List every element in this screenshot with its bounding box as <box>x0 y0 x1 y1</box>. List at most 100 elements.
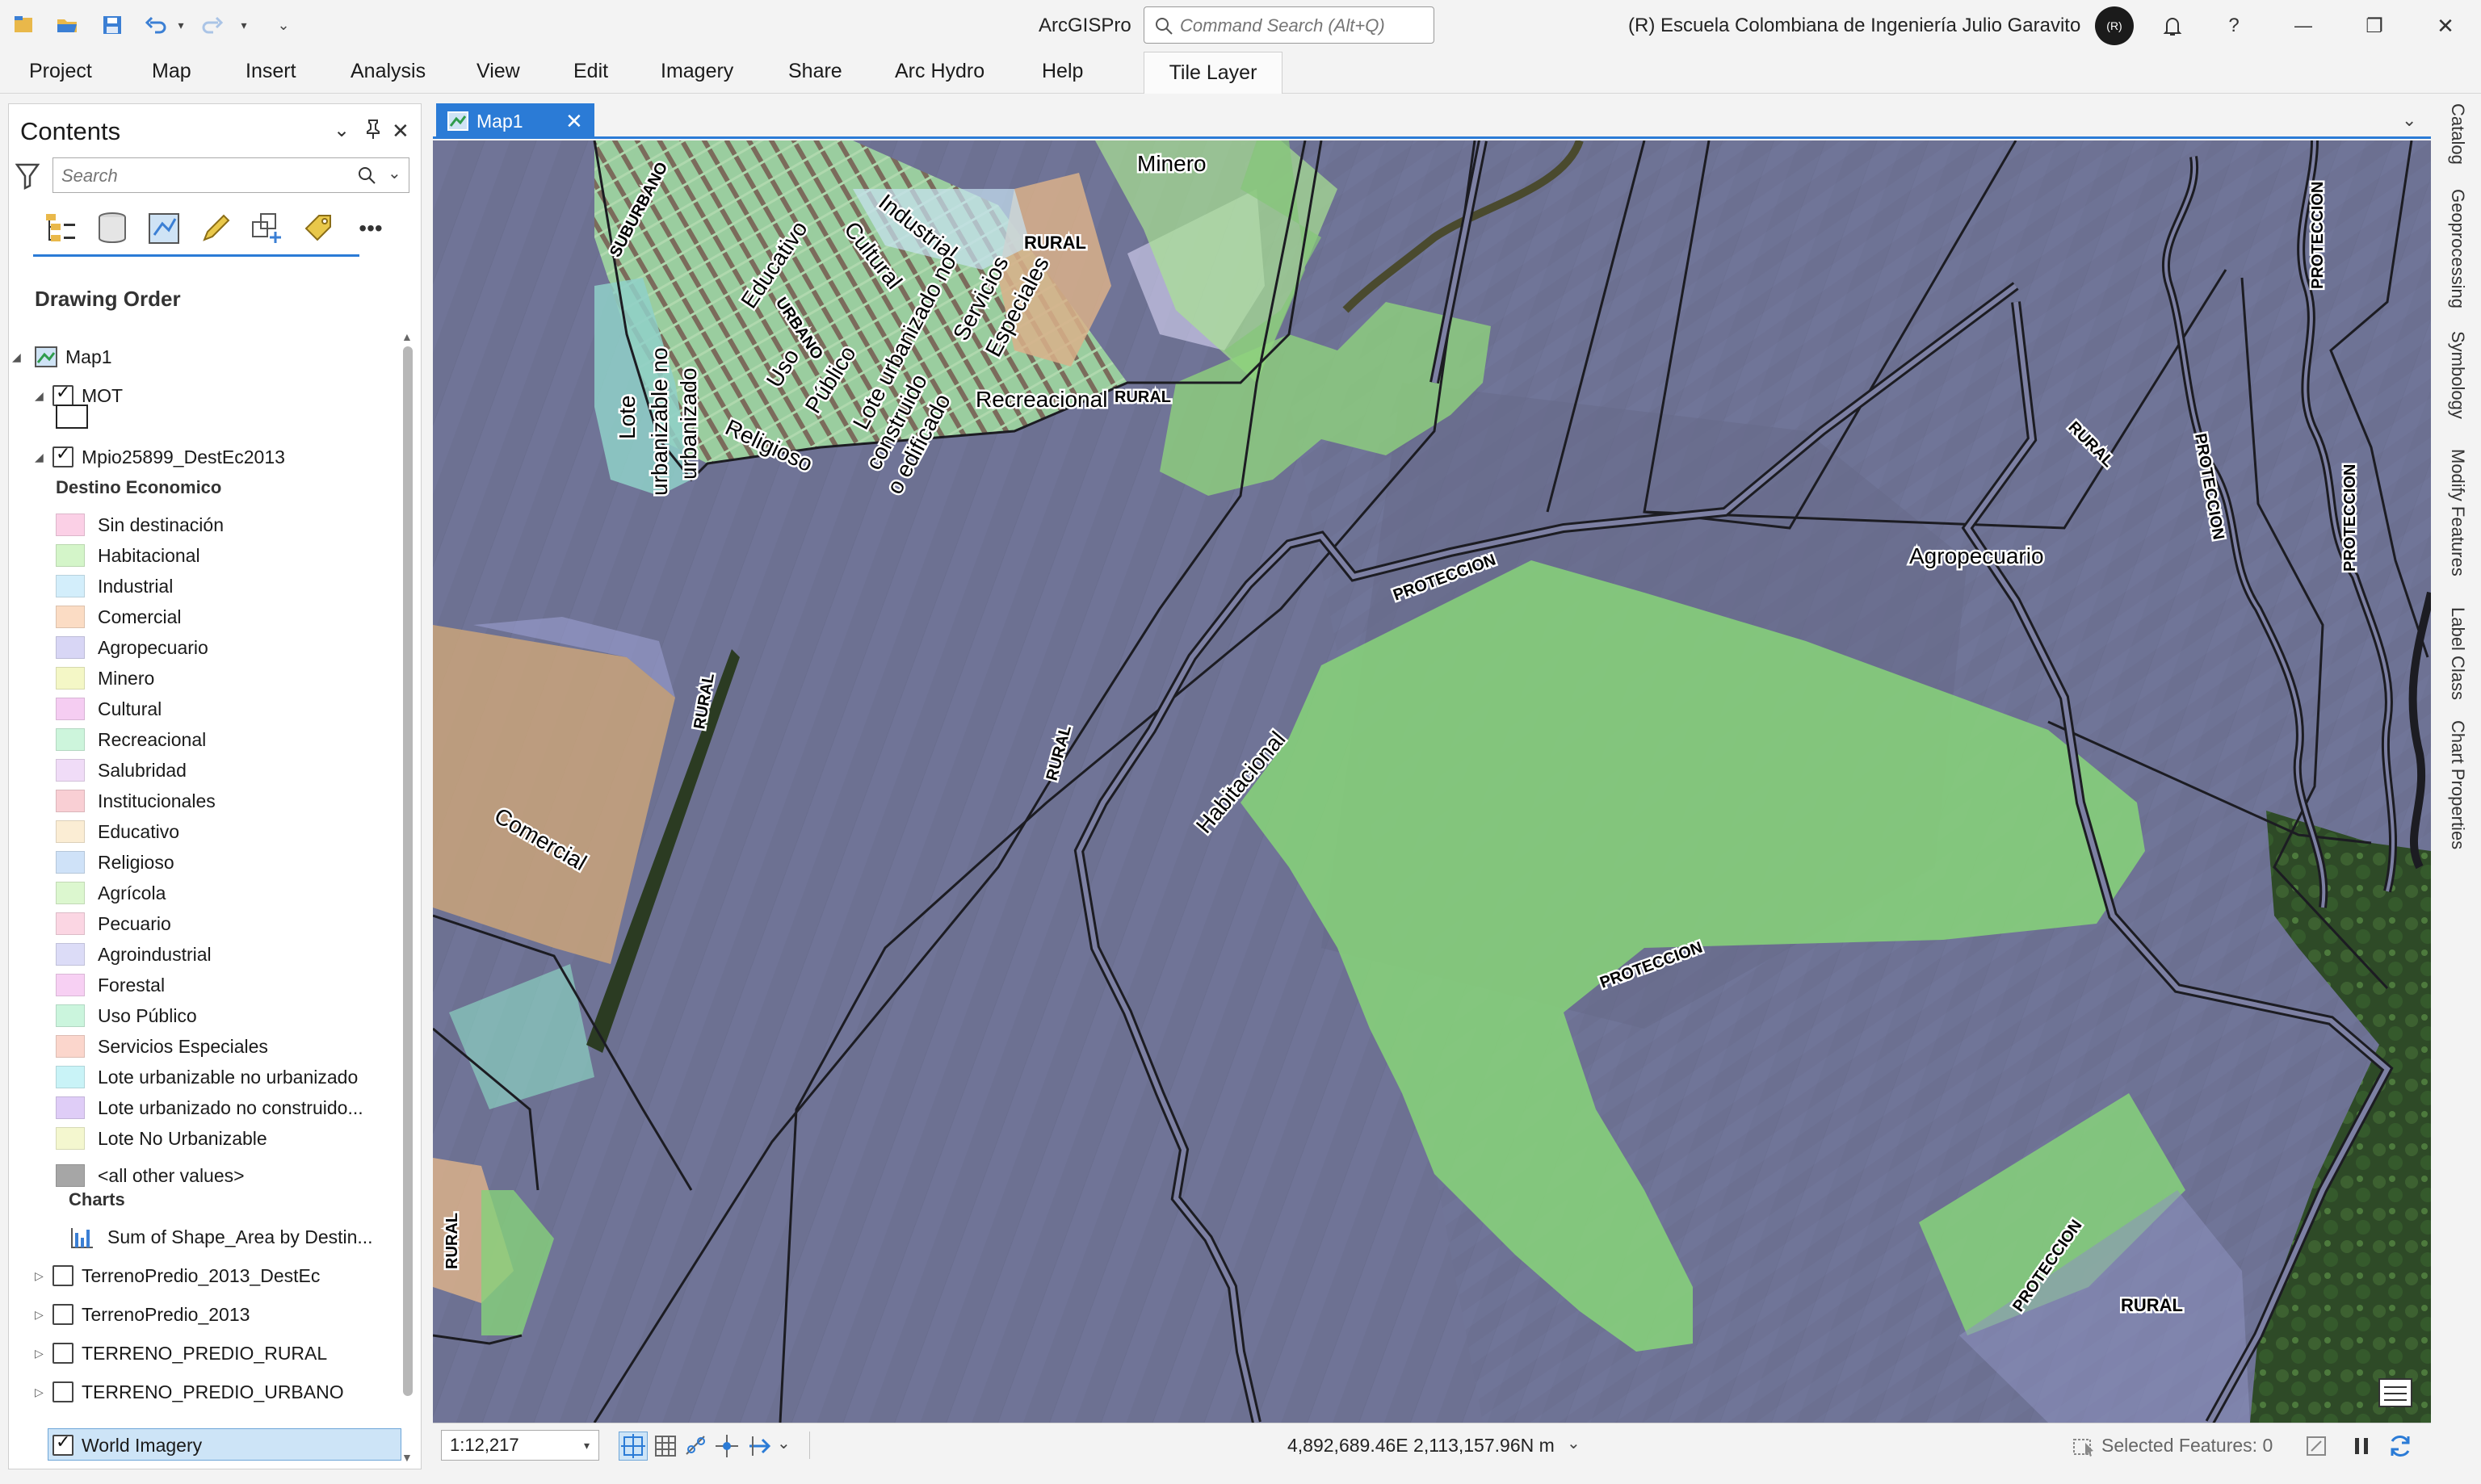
pane-options-chevron-icon[interactable]: ⌄ <box>334 119 350 142</box>
navigation-icon[interactable] <box>746 1433 772 1463</box>
legend-item[interactable]: Lote No Urbanizable <box>98 1123 267 1154</box>
filter-icon[interactable] <box>15 162 40 194</box>
collapse-layer-icon[interactable]: ◢ <box>35 442 49 472</box>
legend-swatch[interactable] <box>56 1004 85 1027</box>
layer-terreno-predio-urbano[interactable]: TERRENO_PREDIO_URBANO <box>82 1377 344 1407</box>
legend-item[interactable]: Agropecuario <box>98 632 208 663</box>
save-project-icon[interactable] <box>99 11 126 39</box>
legend-item[interactable]: Salubridad <box>98 755 187 786</box>
list-by-data-source-icon[interactable] <box>93 209 132 248</box>
layer-terreno-predio-rural[interactable]: TERRENO_PREDIO_RURAL <box>82 1338 327 1369</box>
legend-item[interactable]: Institucionales <box>98 786 216 816</box>
legend-item[interactable]: Sin destinación <box>98 509 224 540</box>
legend-item[interactable]: Lote urbanizado no construido... <box>98 1092 363 1123</box>
close-window-button[interactable]: ✕ <box>2421 6 2470 45</box>
contents-search-input[interactable] <box>61 165 336 187</box>
notifications-bell-icon[interactable] <box>2148 6 2197 45</box>
legend-swatch[interactable] <box>56 790 85 812</box>
legend-item[interactable]: Servicios Especiales <box>98 1031 268 1062</box>
list-by-snapping-icon[interactable] <box>248 209 287 248</box>
undo-dropdown-icon[interactable]: ▾ <box>171 11 191 39</box>
list-by-labeling-icon[interactable] <box>300 209 338 248</box>
user-avatar[interactable]: (R) <box>2095 6 2134 45</box>
legend-swatch[interactable] <box>56 943 85 966</box>
legend-swatch[interactable] <box>56 1035 85 1058</box>
legend-item[interactable]: Uso Público <box>98 1000 197 1031</box>
tab-arc-hydro[interactable]: Arc Hydro <box>895 60 984 83</box>
more-options-icon[interactable]: ••• <box>351 209 390 248</box>
close-tab-icon[interactable]: ✕ <box>565 103 583 139</box>
dock-tab-geoprocessing[interactable]: Geoprocessing <box>2447 189 2468 308</box>
legend-swatch[interactable] <box>56 698 85 720</box>
tab-project[interactable]: Project <box>29 60 92 83</box>
command-search-box[interactable] <box>1144 6 1434 44</box>
legend-swatch[interactable] <box>56 606 85 628</box>
layer-terrenopredio-2013-destec[interactable]: TerrenoPredio_2013_DestEc <box>82 1260 320 1291</box>
legend-item[interactable]: Agroindustrial <box>98 939 212 970</box>
layer-visibility-checkbox[interactable] <box>52 1304 73 1325</box>
dock-tab-catalog[interactable]: Catalog <box>2447 103 2468 165</box>
legend-swatch[interactable] <box>56 759 85 782</box>
legend-item[interactable]: Pecuario <box>98 908 171 939</box>
tab-map1[interactable]: Map1 ✕ <box>436 103 594 139</box>
minimize-button[interactable]: — <box>2279 6 2328 45</box>
legend-swatch[interactable] <box>56 575 85 597</box>
close-pane-icon[interactable]: ✕ <box>392 119 409 144</box>
constraints-icon[interactable] <box>714 1433 740 1463</box>
collapse-mot-icon[interactable]: ◢ <box>35 380 49 411</box>
tools-dropdown-icon[interactable]: ⌄ <box>777 1433 791 1453</box>
contents-scrollbar[interactable]: ▲ ▼ <box>400 330 416 1464</box>
tab-analysis[interactable]: Analysis <box>351 60 426 83</box>
dock-tab-symbology[interactable]: Symbology <box>2447 331 2468 419</box>
scroll-up-icon[interactable]: ▲ <box>401 330 413 343</box>
new-project-icon[interactable] <box>10 11 37 39</box>
coordinate-format-chevron-icon[interactable]: ⌄ <box>1567 1433 1581 1453</box>
legend-swatch[interactable] <box>56 1096 85 1119</box>
legend-swatch[interactable] <box>56 667 85 690</box>
tab-map[interactable]: Map <box>152 60 191 83</box>
search-options-chevron-icon[interactable]: ⌄ <box>388 163 401 183</box>
map-canvas[interactable]: Minero RURAL SUBURBANO Industrial Cultur… <box>433 140 2431 1423</box>
tab-list-chevron-icon[interactable]: ⌄ <box>2402 110 2416 131</box>
legend-swatch[interactable] <box>56 1164 85 1187</box>
tab-insert[interactable]: Insert <box>246 60 296 83</box>
legend-swatch[interactable] <box>56 882 85 904</box>
expand-layer-icon[interactable]: ▷ <box>35 1377 49 1407</box>
layer-visibility-checkbox[interactable] <box>52 1343 73 1364</box>
legend-item[interactable]: Minero <box>98 663 154 694</box>
map-view[interactable]: Minero RURAL SUBURBANO Industrial Cultur… <box>433 140 2431 1423</box>
scroll-thumb[interactable] <box>403 346 413 1396</box>
command-search-input[interactable] <box>1180 15 1422 37</box>
legend-item[interactable]: Comercial <box>98 602 182 632</box>
customize-toolbar-icon[interactable]: ⌄ <box>270 11 297 39</box>
contents-search-box[interactable]: ⌄ <box>52 157 409 193</box>
list-by-selection-icon[interactable] <box>145 209 183 248</box>
legend-swatch[interactable] <box>56 514 85 536</box>
layer-visibility-checkbox[interactable] <box>52 1381 73 1402</box>
pause-drawing-icon[interactable] <box>2350 1435 2373 1461</box>
dock-tab-label-class[interactable]: Label Class <box>2447 607 2468 700</box>
expand-layer-icon[interactable]: ▷ <box>35 1299 49 1330</box>
mot-symbol[interactable] <box>56 405 88 429</box>
restore-button[interactable]: ❐ <box>2350 6 2399 45</box>
dock-tab-chart-properties[interactable]: Chart Properties <box>2447 720 2468 849</box>
clear-selection-icon[interactable] <box>2305 1435 2328 1461</box>
refresh-icon[interactable] <box>2387 1433 2413 1463</box>
expand-layer-icon[interactable]: ▷ <box>35 1338 49 1369</box>
legend-swatch[interactable] <box>56 820 85 843</box>
fixed-zoom-icon[interactable] <box>619 1432 648 1461</box>
redo-dropdown-icon[interactable]: ▾ <box>234 11 254 39</box>
tab-edit[interactable]: Edit <box>573 60 608 83</box>
tab-tile-layer[interactable]: Tile Layer <box>1144 52 1282 94</box>
collapse-map-icon[interactable]: ◢ <box>12 342 27 372</box>
redo-icon[interactable] <box>199 11 226 39</box>
layer-mpio25899[interactable]: Mpio25899_DestEc2013 <box>82 442 285 472</box>
list-by-editing-icon[interactable] <box>196 209 235 248</box>
legend-swatch[interactable] <box>56 851 85 874</box>
legend-swatch[interactable] <box>56 912 85 935</box>
expand-layer-icon[interactable]: ▷ <box>35 1260 49 1291</box>
tab-help[interactable]: Help <box>1042 60 1083 83</box>
legend-item[interactable]: Educativo <box>98 816 179 847</box>
layer-visibility-checkbox[interactable] <box>52 1265 73 1286</box>
legend-item[interactable]: Agrícola <box>98 878 166 908</box>
